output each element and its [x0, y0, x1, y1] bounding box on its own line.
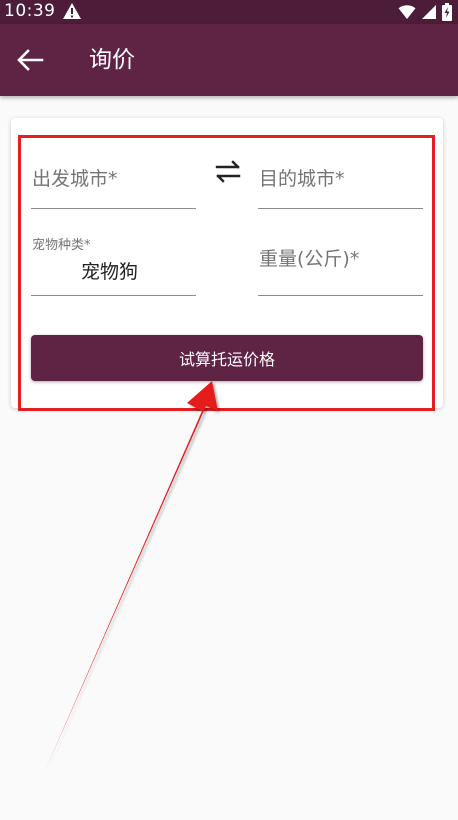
pet-type-value: 宠物狗: [81, 261, 139, 283]
back-arrow-icon[interactable]: [14, 46, 46, 74]
weight-field[interactable]: 重量(公斤)*: [258, 232, 423, 296]
status-time: 10:39: [4, 1, 56, 21]
pet-type-field[interactable]: 宠物种类* 宠物狗: [31, 232, 196, 296]
app-bar: 询价: [0, 24, 458, 96]
destination-city-field[interactable]: 目的城市*: [258, 154, 423, 209]
departure-city-field[interactable]: 出发城市*: [31, 154, 196, 209]
calculate-price-button[interactable]: 试算托运价格: [31, 335, 423, 381]
departure-city-placeholder: 出发城市*: [32, 168, 118, 190]
swap-horizontal-icon[interactable]: [212, 158, 244, 186]
wifi-icon: [398, 5, 416, 19]
inquiry-form-card: 出发城市* 目的城市* 宠物种类* 宠物狗 重量(公斤)* 试算托运价格: [11, 118, 443, 408]
battery-icon: [442, 3, 452, 21]
pet-type-label: 宠物种类*: [32, 238, 91, 253]
alert-icon: [63, 3, 81, 19]
destination-city-placeholder: 目的城市*: [259, 168, 345, 190]
status-icons: [398, 3, 452, 21]
signal-icon: [422, 5, 436, 19]
page-title: 询价: [89, 47, 135, 73]
status-bar: 10:39: [0, 0, 458, 24]
weight-placeholder: 重量(公斤)*: [259, 248, 360, 270]
